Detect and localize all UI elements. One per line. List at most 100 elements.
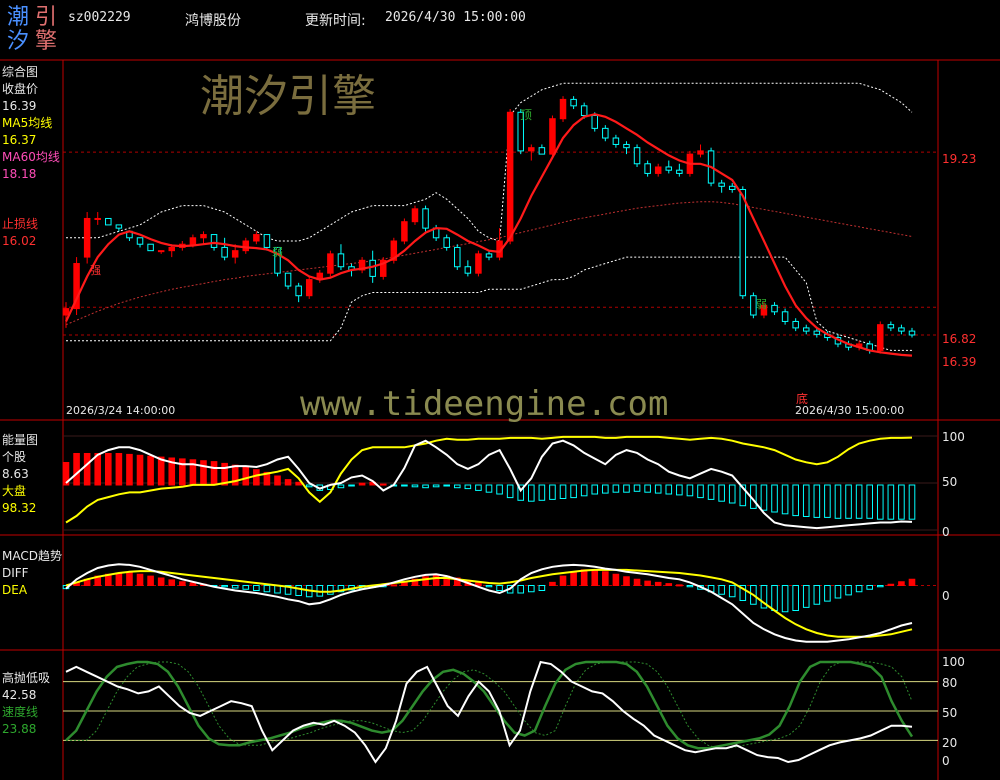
candle-down — [718, 182, 725, 187]
candle-down — [464, 266, 472, 274]
energy-bar-down — [464, 484, 472, 490]
macd-bar-up — [654, 581, 662, 586]
speed-line — [65, 660, 914, 750]
speed-label: 速度线 — [2, 705, 39, 719]
candle-down — [136, 237, 144, 245]
macd-bar-up — [549, 581, 556, 586]
weak-marker: 弱 — [756, 298, 767, 311]
hilo-axis-20: 20 — [942, 736, 958, 750]
macd-title: MACD趋势 — [2, 549, 62, 563]
hilo-axis-0: 0 — [942, 754, 950, 768]
energy-bar-down — [443, 484, 450, 487]
lower-band-line — [66, 256, 912, 351]
hilo-axis-50: 50 — [942, 706, 958, 720]
hilo-line — [65, 660, 913, 764]
energy-bar-down — [453, 484, 461, 489]
energy-bar-down — [824, 484, 831, 518]
macd-bar-up — [644, 580, 651, 586]
hilo-value: 42.58 — [2, 688, 37, 702]
hilo-axis-100: 100 — [942, 655, 965, 669]
stop-label: 止损线 — [2, 217, 39, 231]
energy-bar-down — [845, 484, 852, 519]
energy-bar-down — [633, 484, 641, 492]
energy-bar-up — [379, 483, 387, 486]
macd-bar-down — [718, 585, 725, 595]
energy-bar-up — [284, 479, 292, 486]
energy-bar-up — [295, 481, 302, 486]
energy-bar-up — [274, 475, 281, 486]
macd-bar-up — [570, 571, 577, 586]
energy-axis-50: 50 — [942, 475, 958, 489]
strong-marker: 强 — [90, 264, 101, 277]
candle-down — [623, 143, 630, 149]
energy-bar-down — [528, 484, 535, 502]
candle-up — [231, 250, 239, 258]
candle-up — [242, 240, 250, 252]
hilo-axis-80: 80 — [942, 676, 958, 690]
energy-bar-down — [591, 484, 599, 495]
close-label: 收盘价 — [2, 82, 39, 96]
energy-bar-up — [73, 453, 80, 486]
macd-bar-up — [179, 581, 186, 586]
candle-down — [105, 217, 112, 226]
macd-bar-down — [538, 585, 546, 591]
ma60-line — [65, 201, 913, 326]
stock-code: sz002229 — [68, 10, 131, 25]
candle-up — [549, 118, 556, 155]
candle-up — [411, 208, 419, 223]
candle-down — [422, 208, 429, 229]
candle-up — [528, 147, 535, 152]
update-label: 更新时间: — [305, 13, 366, 29]
macd-bar-up — [623, 576, 630, 586]
energy-bar-down — [697, 484, 704, 499]
logo-char: 潮 — [7, 5, 30, 30]
candle-down — [803, 327, 810, 332]
macd-bar-up — [665, 583, 673, 586]
macd-bar-down — [792, 585, 799, 611]
macd-bar-down — [231, 585, 239, 589]
macd-bar-down — [263, 585, 271, 593]
macd-bar-down — [824, 585, 831, 602]
energy-bar-down — [866, 484, 874, 519]
candle-down — [337, 253, 345, 268]
macd-bar-down — [813, 585, 821, 605]
energy-bar-up — [253, 469, 260, 486]
candle-down — [263, 234, 271, 248]
market-energy-label: 大盘 — [2, 484, 27, 498]
energy-bar-up — [115, 453, 123, 486]
energy-bar-up — [200, 460, 207, 486]
candle-down — [665, 166, 673, 171]
energy-bar-down — [792, 484, 799, 517]
macd-bar-down — [866, 585, 874, 590]
macd-bar-up — [676, 584, 683, 587]
energy-bar-down — [432, 484, 440, 488]
candle-down — [369, 259, 376, 277]
end-date-label: 2026/4/30 15:00:00 — [795, 404, 905, 417]
energy-bar-up — [126, 453, 133, 486]
macd-bar-down — [485, 585, 493, 588]
macd-bar-up — [115, 572, 123, 586]
macd-bar-down — [221, 585, 228, 588]
candle-down — [454, 246, 461, 268]
candle-up — [94, 217, 101, 220]
macd-bar-down — [845, 585, 852, 596]
energy-bar-up — [242, 466, 250, 486]
macd-bar-up — [898, 581, 905, 586]
energy-bar-down — [485, 484, 493, 493]
energy-bar-down — [707, 484, 715, 500]
energy-bar-down — [771, 484, 778, 513]
energy-bar-down — [305, 484, 313, 488]
candle-down — [147, 243, 154, 252]
macd-bar-down — [855, 585, 863, 593]
candle-down — [792, 320, 799, 329]
energy-bar-down — [623, 484, 630, 493]
macd-bar-down — [517, 585, 525, 594]
energy-bar-down — [876, 484, 884, 520]
top-marker: 顶 — [520, 108, 533, 122]
macd-bar-up — [580, 569, 588, 586]
candle-down — [570, 98, 577, 107]
energy-bar-down — [908, 484, 916, 520]
macd-bar-up — [633, 578, 641, 586]
candle-up — [877, 324, 884, 351]
candle-down — [284, 272, 292, 287]
